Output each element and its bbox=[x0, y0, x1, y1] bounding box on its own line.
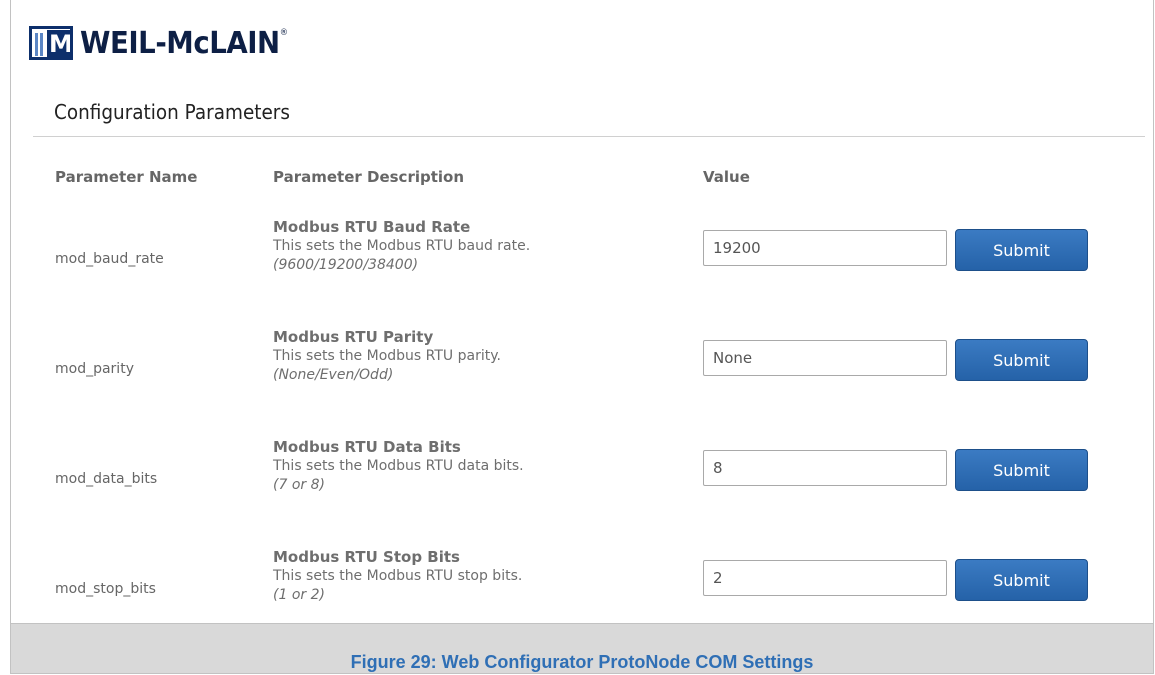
data-bits-input[interactable] bbox=[703, 450, 947, 486]
table-row: mod_baud_rate Modbus RTU Baud Rate This … bbox=[11, 218, 1155, 328]
parameter-title: Modbus RTU Baud Rate bbox=[273, 218, 471, 236]
stop-bits-submit-button[interactable]: Submit bbox=[955, 559, 1088, 601]
baud-rate-submit-button[interactable]: Submit bbox=[955, 229, 1088, 271]
figure-caption: Figure 29: Web Configurator ProtoNode CO… bbox=[350, 652, 814, 672]
parameter-title: Modbus RTU Parity bbox=[273, 328, 434, 346]
parameter-help-text: This sets the Modbus RTU data bits. bbox=[273, 458, 524, 474]
parameter-name: mod_data_bits bbox=[55, 471, 158, 487]
parameter-help-text: This sets the Modbus RTU baud rate. bbox=[273, 238, 531, 254]
parameter-range: (None/Even/Odd) bbox=[273, 367, 394, 383]
parity-submit-button[interactable]: Submit bbox=[955, 339, 1088, 381]
logo-mark-icon: M bbox=[29, 26, 73, 60]
table-row: mod_data_bits Modbus RTU Data Bits This … bbox=[11, 438, 1155, 548]
title-divider bbox=[33, 136, 1145, 137]
logo-text: WEIL-McLAIN® bbox=[80, 25, 288, 61]
parameter-description: Modbus RTU Data Bits This sets the Modbu… bbox=[273, 438, 524, 495]
parameter-description: Modbus RTU Stop Bits This sets the Modbu… bbox=[273, 548, 522, 605]
parameter-name: mod_parity bbox=[55, 361, 134, 377]
parameter-name: mod_baud_rate bbox=[55, 251, 164, 267]
parameter-name: mod_stop_bits bbox=[55, 581, 156, 597]
brand-logo: M WEIL-McLAIN® bbox=[29, 25, 306, 61]
parameter-help-text: This sets the Modbus RTU stop bits. bbox=[273, 568, 523, 584]
screenshot-frame: M WEIL-McLAIN® Configuration Parameters … bbox=[10, 0, 1154, 674]
header-parameter-description: Parameter Description bbox=[273, 168, 465, 186]
figure-caption-bar: Figure 29: Web Configurator ProtoNode CO… bbox=[11, 623, 1153, 673]
baud-rate-input[interactable] bbox=[703, 230, 947, 266]
header-value: Value bbox=[703, 168, 750, 186]
parameter-range: (9600/19200/38400) bbox=[273, 257, 419, 273]
parameter-description: Modbus RTU Parity This sets the Modbus R… bbox=[273, 328, 501, 385]
parameter-range: (1 or 2) bbox=[273, 587, 325, 603]
table-row: mod_parity Modbus RTU Parity This sets t… bbox=[11, 328, 1155, 438]
header-parameter-name: Parameter Name bbox=[55, 168, 198, 186]
parameter-title: Modbus RTU Stop Bits bbox=[273, 548, 460, 566]
parameter-description: Modbus RTU Baud Rate This sets the Modbu… bbox=[273, 218, 530, 275]
data-bits-submit-button[interactable]: Submit bbox=[955, 449, 1088, 491]
parity-input[interactable] bbox=[703, 340, 947, 376]
stop-bits-input[interactable] bbox=[703, 560, 947, 596]
parameter-title: Modbus RTU Data Bits bbox=[273, 438, 461, 456]
parameter-range: (7 or 8) bbox=[273, 477, 325, 493]
page-title: Configuration Parameters bbox=[54, 100, 290, 124]
parameter-help-text: This sets the Modbus RTU parity. bbox=[273, 348, 501, 364]
